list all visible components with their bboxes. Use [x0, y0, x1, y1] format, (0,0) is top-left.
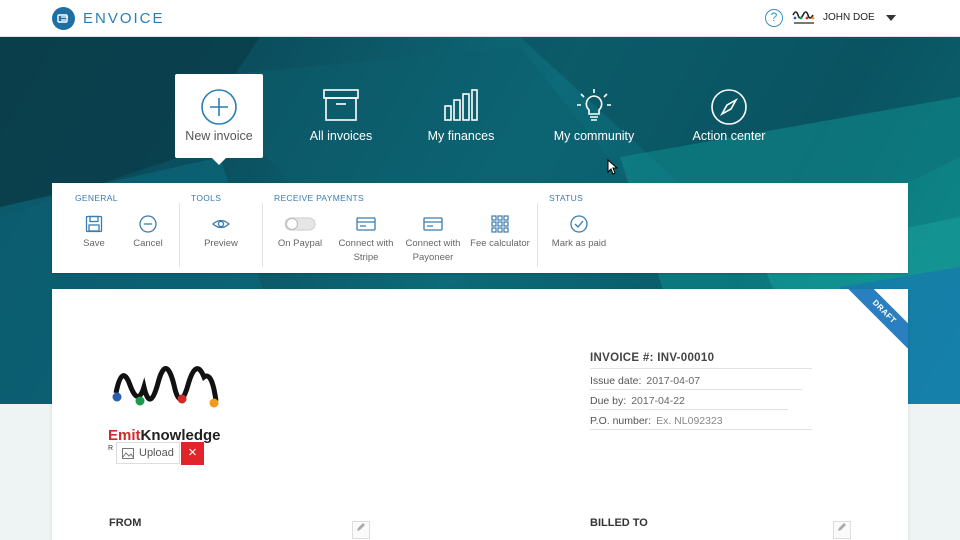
divider [590, 368, 812, 369]
save-icon [85, 215, 103, 233]
compass-icon [711, 89, 747, 125]
po-number-field[interactable]: P.O. number: Ex. NL092323 [590, 415, 723, 427]
company-logo-icon [792, 11, 815, 24]
minus-circle-icon [139, 215, 157, 233]
po-number-label: P.O. number: [590, 415, 652, 427]
nav-my-community[interactable]: My community [538, 74, 650, 158]
emitknowledge-logo-icon [112, 366, 219, 408]
lightbulb-icon [577, 89, 611, 121]
nav-label: All invoices [309, 129, 373, 143]
payoneer-label-line1: Connect with [405, 238, 461, 249]
divider [590, 409, 788, 410]
cancel-button[interactable]: Cancel [128, 215, 168, 251]
upload-logo-button[interactable]: Upload [116, 442, 180, 464]
invoice-number-value[interactable]: INV-00010 [657, 352, 714, 364]
remove-logo-button[interactable]: × [181, 442, 204, 465]
edit-billed-to-button[interactable] [833, 521, 851, 539]
payoneer-label-line2: Payoneer [412, 252, 454, 263]
draft-ribbon: DRAFT [842, 289, 908, 354]
app-name: ENVOICE [83, 10, 165, 27]
nav-my-finances[interactable]: My finances [406, 74, 516, 158]
from-heading: FROM [109, 517, 142, 529]
upload-label: Upload [139, 447, 174, 459]
issue-date-label: Issue date: [590, 375, 642, 387]
check-circle-icon [570, 215, 588, 233]
chevron-down-icon[interactable] [886, 15, 896, 21]
billed-to-heading: BILLED TO [590, 517, 648, 529]
nav-label: My community [553, 129, 635, 143]
cancel-label: Cancel [133, 238, 163, 249]
nav-new-invoice[interactable]: New invoice [175, 74, 263, 158]
due-date-field[interactable]: Due by: 2017-04-22 [590, 395, 685, 407]
eye-icon [212, 219, 230, 229]
mark-as-paid-label: Mark as paid [551, 238, 607, 249]
divider [590, 429, 812, 430]
preview-button[interactable]: Preview [198, 215, 244, 251]
edit-from-button[interactable] [352, 521, 370, 539]
divider [262, 203, 263, 267]
preview-label: Preview [204, 238, 238, 249]
invoice-number: INVOICE #: INV-00010 [590, 352, 714, 364]
plus-circle-icon [201, 89, 237, 125]
archive-box-icon [323, 89, 359, 121]
issue-date-value[interactable]: 2017-04-07 [646, 375, 700, 387]
envoice-logo-icon [52, 7, 75, 30]
paypal-label: On Paypal [277, 238, 323, 249]
divider [590, 389, 802, 390]
credit-card-icon [423, 217, 443, 231]
connect-payoneer-button[interactable]: Connect with Payoneer [401, 215, 465, 265]
invoice-card: DRAFT EmitKnowledge R ncies Upload × INV… [52, 289, 908, 540]
divider [179, 203, 180, 267]
invoice-toolbar: GENERAL TOOLS RECEIVE PAYMENTS STATUS Sa… [52, 183, 908, 273]
invoice-number-label: INVOICE #: [590, 352, 654, 364]
group-title-status: STATUS [549, 193, 584, 203]
mouse-cursor-icon [607, 159, 618, 175]
stripe-label-line1: Connect with [338, 238, 394, 249]
group-title-tools: TOOLS [191, 193, 222, 203]
due-date-label: Due by: [590, 395, 627, 407]
top-bar: ENVOICE ? JOHN DOE [0, 0, 960, 37]
pencil-icon [838, 523, 846, 531]
mark-as-paid-button[interactable]: Mark as paid [548, 215, 610, 251]
nav-action-center[interactable]: Action center [674, 74, 784, 158]
group-title-general: GENERAL [75, 193, 118, 203]
fee-calculator-button[interactable]: Fee calculator [467, 215, 533, 251]
pencil-icon [357, 523, 365, 531]
stripe-label-line2: Stripe [353, 252, 379, 263]
nav-label: New invoice [185, 129, 253, 143]
group-title-receive-payments: RECEIVE PAYMENTS [274, 193, 364, 203]
nav-label: My finances [427, 129, 495, 143]
save-button[interactable]: Save [74, 215, 114, 251]
toggle-icon [284, 217, 316, 231]
nav-all-invoices[interactable]: All invoices [286, 74, 396, 158]
nav-label: Action center [692, 129, 766, 143]
divider [537, 203, 538, 267]
fee-calculator-label: Fee calculator [470, 238, 530, 249]
due-date-value[interactable]: 2017-04-22 [631, 395, 685, 407]
image-icon [122, 447, 134, 459]
user-name[interactable]: JOHN DOE [823, 12, 875, 23]
brand[interactable]: ENVOICE [52, 7, 165, 30]
calculator-grid-icon [491, 215, 509, 233]
connect-stripe-button[interactable]: Connect with Stripe [334, 215, 398, 265]
credit-card-icon [356, 217, 376, 231]
bar-chart-icon [444, 89, 478, 121]
paypal-toggle[interactable]: On Paypal [274, 215, 326, 251]
po-number-input[interactable]: Ex. NL092323 [656, 415, 723, 427]
help-icon[interactable]: ? [765, 9, 783, 27]
issue-date-field[interactable]: Issue date: 2017-04-07 [590, 375, 700, 387]
save-label: Save [83, 238, 105, 249]
